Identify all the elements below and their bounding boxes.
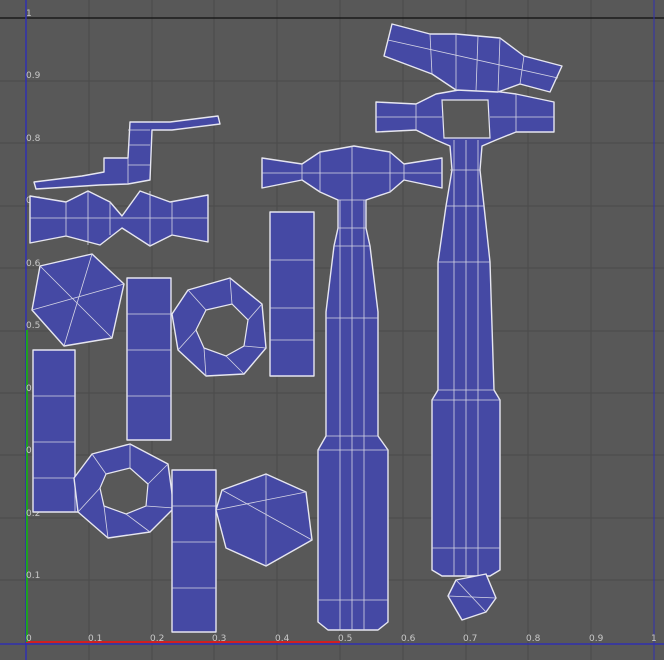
u-tick: 0.6	[401, 634, 416, 644]
uv-shell-handle-block-b[interactable]	[269, 211, 315, 377]
uv-editor-viewport[interactable]: 0 0.1 0.2 0.3 0.4 0.5 0.6 0.7 0.8 0.9 1 …	[0, 0, 664, 660]
v-tick: 1	[26, 9, 32, 19]
v-tick: 0.8	[26, 134, 41, 144]
u-tick: 0.4	[275, 634, 290, 644]
uv-shell-handle-block-d[interactable]	[171, 469, 217, 633]
uv-shell-handle-block-a[interactable]	[126, 277, 172, 441]
v-tick: 0.1	[26, 571, 40, 581]
u-tick: 0.7	[463, 634, 477, 644]
u-tick: 0.9	[589, 634, 604, 644]
u-tick: 0.2	[150, 634, 164, 644]
u-tick: 0.8	[526, 634, 541, 644]
v-tick: 0.6	[26, 259, 41, 269]
u-tick: 0.5	[338, 634, 352, 644]
u-tick: 0.3	[212, 634, 226, 644]
v-tick: 0.9	[26, 71, 41, 81]
u-tick: 1	[651, 634, 657, 644]
u-tick: 0.1	[88, 634, 102, 644]
v-tick: 0.5	[26, 321, 40, 331]
u-tick: 0	[26, 634, 32, 644]
